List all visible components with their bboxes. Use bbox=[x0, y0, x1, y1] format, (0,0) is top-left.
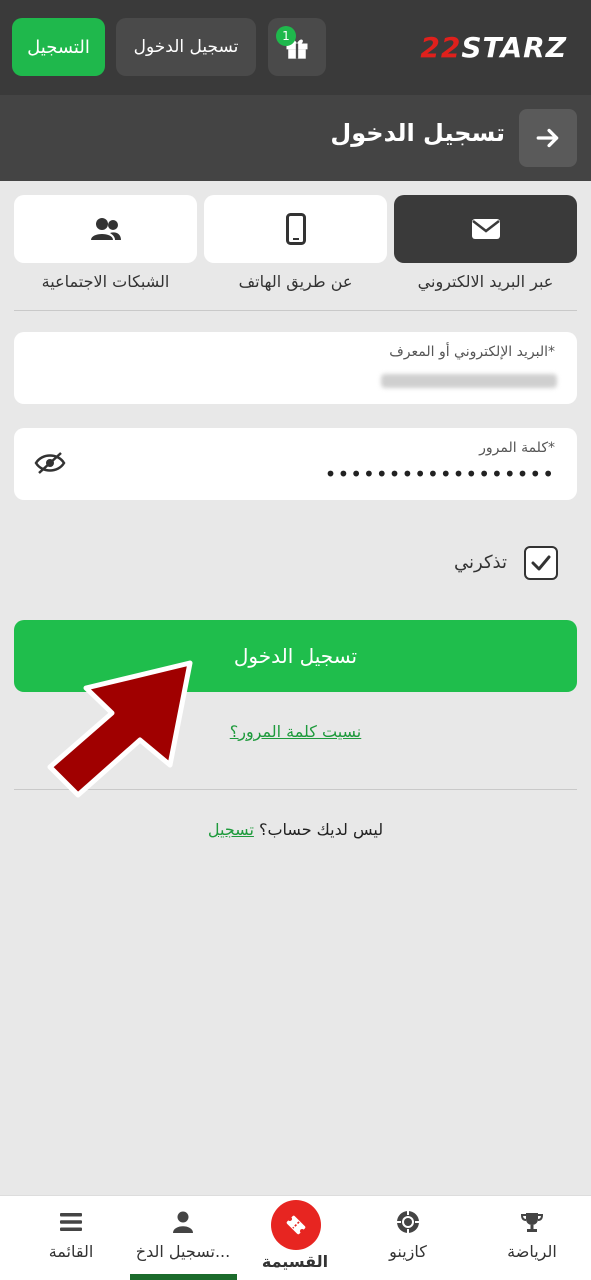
active-tab-indicator bbox=[130, 1274, 237, 1280]
nav-sports[interactable]: الرياضة bbox=[473, 1196, 591, 1280]
password-label: كلمة المرور* bbox=[479, 440, 555, 456]
email-field[interactable]: البريد الإلكتروني أو المعرف* bbox=[14, 332, 577, 404]
no-account-text: ليس لديك حساب؟ تسجيل bbox=[0, 820, 591, 839]
arrow-right-icon bbox=[536, 128, 559, 148]
envelope-icon bbox=[471, 219, 500, 239]
register-button[interactable]: التسجيل bbox=[12, 18, 105, 76]
chip-icon bbox=[397, 1211, 419, 1233]
trophy-icon bbox=[520, 1213, 544, 1232]
menu-icon bbox=[60, 1213, 82, 1231]
eye-off-icon[interactable] bbox=[34, 450, 66, 476]
nav-login[interactable]: تسجيل الدخ... bbox=[124, 1196, 242, 1280]
nav-sports-label: الرياضة bbox=[507, 1242, 557, 1261]
back-button[interactable] bbox=[519, 109, 577, 167]
logo-text: STARZ bbox=[461, 30, 567, 64]
divider bbox=[14, 789, 577, 790]
login-button[interactable]: تسجيل الدخول bbox=[116, 18, 256, 76]
tab-social-label: الشبكات الاجتماعية bbox=[41, 272, 170, 291]
nav-menu-label: القائمة bbox=[48, 1242, 94, 1261]
nav-casino-label: كازينو bbox=[389, 1242, 427, 1261]
tab-social[interactable] bbox=[14, 195, 197, 263]
nav-casino[interactable]: كازينو bbox=[349, 1196, 467, 1280]
user-icon bbox=[173, 1211, 193, 1233]
users-icon bbox=[90, 218, 121, 240]
divider bbox=[14, 310, 577, 311]
logo-prefix: 22 bbox=[420, 30, 462, 64]
login-submit-button[interactable]: تسجيل الدخول bbox=[14, 620, 577, 692]
password-value: •••••••••••••••••• bbox=[324, 462, 555, 486]
nav-coupon-label: القسيمة bbox=[261, 1252, 329, 1271]
phone-icon bbox=[285, 213, 306, 245]
tab-phone-label: عن طريق الهاتف bbox=[238, 272, 353, 291]
forgot-password-link[interactable]: نسيت كلمة المرور؟ bbox=[0, 722, 591, 741]
gift-badge: 1 bbox=[276, 26, 296, 46]
coupon-button[interactable] bbox=[271, 1200, 321, 1250]
tab-email-label: عبر البريد الالكتروني bbox=[417, 272, 554, 291]
tab-phone[interactable] bbox=[204, 195, 387, 263]
remember-label: تذكرني bbox=[454, 552, 507, 573]
title-bar: تسجيل الدخول bbox=[0, 95, 591, 181]
register-link[interactable]: تسجيل bbox=[208, 820, 254, 839]
tab-email[interactable] bbox=[394, 195, 577, 263]
nav-login-label: تسجيل الدخ... bbox=[135, 1242, 231, 1261]
email-label: البريد الإلكتروني أو المعرف* bbox=[389, 344, 555, 360]
gift-button[interactable] bbox=[268, 18, 326, 76]
remember-checkbox[interactable] bbox=[524, 546, 558, 580]
page-title: تسجيل الدخول bbox=[330, 119, 505, 147]
ticket-icon bbox=[286, 1215, 306, 1235]
logo[interactable]: 22 STARZ bbox=[420, 30, 567, 64]
no-account-label: ليس لديك حساب؟ bbox=[259, 820, 384, 839]
email-value-blurred bbox=[381, 374, 557, 388]
password-field[interactable]: كلمة المرور* •••••••••••••••••• bbox=[14, 428, 577, 500]
nav-menu[interactable]: القائمة bbox=[12, 1196, 130, 1280]
check-icon bbox=[531, 555, 551, 571]
top-bar: التسجيل تسجيل الدخول 1 22 STARZ bbox=[0, 0, 591, 95]
